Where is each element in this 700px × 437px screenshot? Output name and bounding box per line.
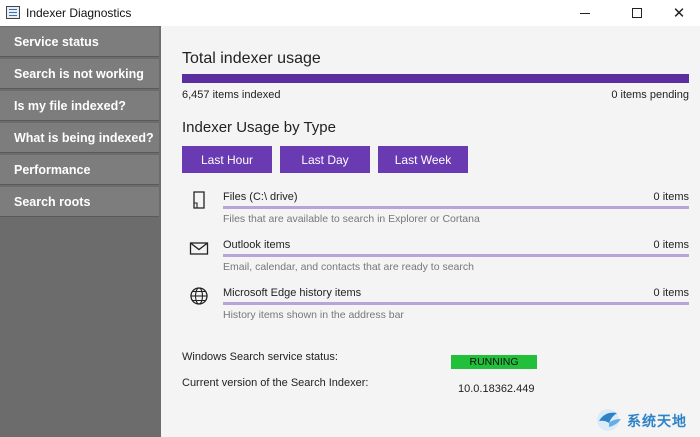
last-week-button[interactable]: Last Week (378, 146, 468, 173)
maximize-icon (632, 8, 642, 18)
main-panel: Total indexer usage 6,457 items indexed … (161, 26, 700, 437)
globe-icon (190, 287, 208, 305)
title-bar: Indexer Diagnostics ✕ (0, 0, 700, 26)
usage-row-name: Files (C:\ drive) (223, 191, 298, 203)
usage-by-type-title: Indexer Usage by Type (182, 119, 336, 136)
sidebar-item-search-not-working[interactable]: Search is not working (0, 59, 159, 89)
last-hour-button[interactable]: Last Hour (182, 146, 272, 173)
usage-row-bar (223, 254, 689, 257)
sidebar: Service status Search is not working Is … (0, 26, 161, 437)
minimize-button[interactable] (562, 0, 608, 26)
usage-row-bar (223, 302, 689, 305)
usage-row-count: 0 items (653, 191, 689, 203)
maximize-button[interactable] (614, 0, 660, 26)
usage-row-name: Microsoft Edge history items (223, 287, 362, 299)
sidebar-item-is-my-file-indexed[interactable]: Is my file indexed? (0, 91, 159, 121)
watermark: 系统天地 (595, 405, 695, 433)
total-usage-title: Total indexer usage (182, 50, 321, 67)
app-icon (6, 6, 20, 19)
items-indexed-count: 6,457 items indexed (182, 89, 281, 101)
indexer-version-label: Current version of the Search Indexer: (182, 377, 369, 389)
mail-icon (189, 242, 209, 255)
close-button[interactable]: ✕ (656, 0, 700, 26)
sidebar-item-performance[interactable]: Performance (0, 155, 159, 185)
usage-row-description: Email, calendar, and contacts that are r… (223, 261, 474, 273)
sidebar-item-what-is-indexed[interactable]: What is being indexed? (0, 123, 159, 153)
service-status-label: Windows Search service status: (182, 351, 338, 363)
items-pending-count: 0 items pending (611, 89, 689, 101)
indexer-version-value: 10.0.18362.449 (458, 383, 535, 395)
usage-row-edge-history: Microsoft Edge history items 0 items His… (182, 282, 689, 326)
window-title: Indexer Diagnostics (26, 6, 132, 20)
total-usage-bar (182, 74, 689, 83)
last-day-button[interactable]: Last Day (280, 146, 370, 173)
usage-row-bar (223, 206, 689, 209)
usage-row-description: History items shown in the address bar (223, 309, 404, 321)
usage-row-files: Files (C:\ drive) 0 items Files that are… (182, 186, 689, 230)
file-icon (193, 191, 205, 209)
sidebar-item-search-roots[interactable]: Search roots (0, 187, 159, 217)
minimize-icon (580, 12, 590, 14)
sidebar-item-service-status[interactable]: Service status (0, 27, 159, 57)
close-icon: ✕ (672, 4, 686, 22)
usage-row-count: 0 items (653, 287, 689, 299)
usage-row-count: 0 items (653, 239, 689, 251)
usage-row-description: Files that are available to search in Ex… (223, 213, 480, 225)
bird-logo-icon (597, 409, 621, 431)
watermark-text: 系统天地 (627, 414, 687, 430)
service-status-badge: RUNNING (451, 355, 537, 369)
usage-row-outlook: Outlook items 0 items Email, calendar, a… (182, 234, 689, 278)
usage-row-name: Outlook items (223, 239, 291, 251)
